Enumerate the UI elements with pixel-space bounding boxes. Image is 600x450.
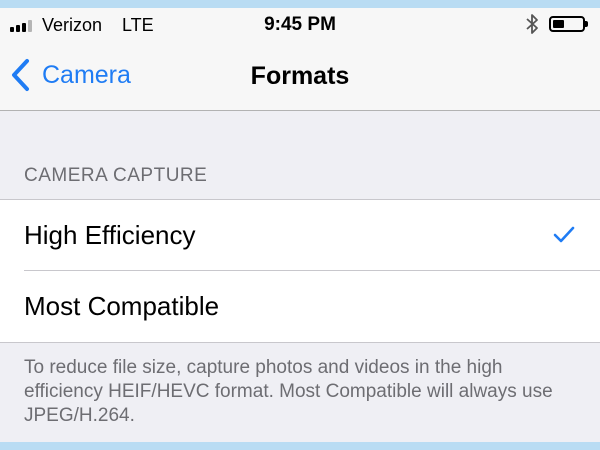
status-time: 9:45 PM	[264, 14, 336, 35]
navigation-bar: Camera Formats	[0, 40, 600, 111]
page-title: Formats	[250, 62, 350, 90]
format-options-group: High Efficiency Most Compatible	[0, 199, 600, 343]
settings-screen: Verizon LTE 9:45 PM Camera Formats CAMER…	[0, 8, 600, 442]
option-high-efficiency[interactable]: High Efficiency	[0, 200, 600, 271]
status-bar: Verizon LTE 9:45 PM	[0, 8, 600, 40]
option-most-compatible[interactable]: Most Compatible	[0, 271, 600, 342]
option-label: High Efficiency	[24, 220, 196, 250]
option-label: Most Compatible	[24, 291, 220, 321]
bluetooth-icon	[526, 14, 538, 34]
section-header: CAMERA CAPTURE	[24, 165, 208, 186]
section-footer-description: To reduce file size, capture photos and …	[24, 357, 553, 426]
battery-icon	[549, 16, 588, 32]
checkmark-icon	[553, 226, 575, 243]
